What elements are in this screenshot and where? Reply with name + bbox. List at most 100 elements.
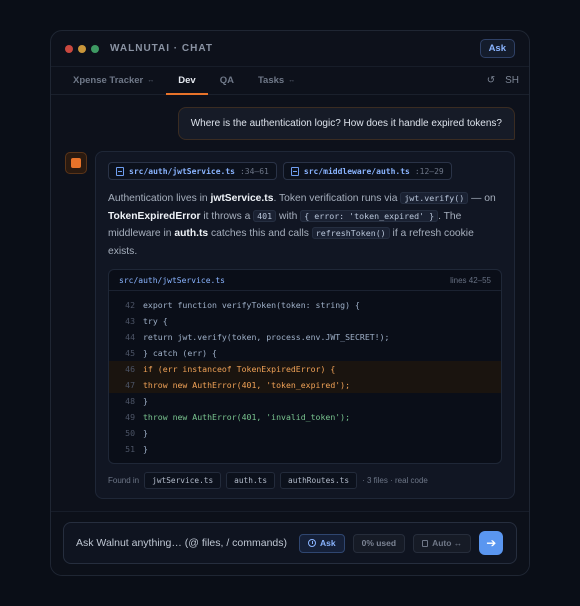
sources-summary: · 3 files · real code — [362, 476, 428, 485]
code-line-highlighted: 47 throw new AuthError(401, 'token_expir… — [109, 377, 501, 393]
model-icon — [422, 539, 429, 547]
inline-code: { error: 'token_expired' } — [300, 209, 439, 222]
code-snippet-header: src/auth/jwtService.ts lines 42–55 — [109, 270, 501, 291]
ask-mode-label: Ask — [320, 538, 336, 548]
chat-window: WALNUTAI · CHAT Ask Xpense Tracker ↔ Dev… — [50, 30, 530, 576]
model-label: Auto ↔ — [432, 538, 463, 548]
file-reference-chip[interactable]: src/auth/jwtService.ts :34–61 — [108, 162, 277, 180]
tab-label: QA — [219, 75, 234, 86]
tab-label: Xpense Tracker — [73, 75, 144, 86]
answer-fragment: Authentication lives in — [108, 193, 211, 204]
user-avatar[interactable]: SH — [505, 75, 519, 86]
code-line: 45 } catch (err) { — [109, 345, 501, 361]
user-message: Where is the authentication logic? How d… — [177, 107, 515, 140]
answer-bold: TokenExpiredError — [108, 210, 201, 222]
code-line: 48 } — [109, 393, 501, 409]
answer-fragment: it throws a — [200, 210, 254, 222]
source-file-chip[interactable]: jwtService.ts — [144, 472, 222, 489]
line-number: 42 — [125, 300, 135, 310]
app-title: WALNUTAI · CHAT — [110, 43, 213, 54]
answer-fragment: — on — [468, 193, 496, 204]
line-number: 43 — [125, 316, 135, 326]
answer-text: Authentication lives in jwtService.ts. T… — [108, 190, 502, 260]
sources-row: Found in jwtService.ts auth.ts authRoute… — [108, 472, 502, 489]
line-text: } catch (err) { — [143, 348, 217, 358]
file-references: src/auth/jwtService.ts :34–61 src/middle… — [108, 162, 502, 180]
minimize-dot-icon[interactable] — [78, 44, 86, 53]
line-text: try { — [143, 316, 168, 326]
refresh-icon[interactable]: ↺ — [487, 75, 495, 86]
tab-qa[interactable]: QA — [208, 67, 246, 94]
line-text: throw new AuthError(401, 'token_expired'… — [143, 380, 351, 390]
chat-thread: Where is the authentication logic? How d… — [51, 95, 529, 511]
line-number: 45 — [125, 348, 135, 358]
inline-code: refreshToken() — [311, 227, 390, 239]
tab-switch-icon: ↔ — [288, 77, 296, 84]
message-composer: Ask Walnut anything… (@ files, / command… — [63, 522, 517, 564]
tab-dev[interactable]: Dev — [166, 67, 209, 95]
composer-area: Ask Walnut anything… (@ files, / command… — [51, 511, 529, 575]
close-dot-icon[interactable] — [65, 44, 73, 53]
code-line: 49 throw new AuthError(401, 'invalid_tok… — [109, 409, 501, 425]
code-file-path[interactable]: src/auth/jwtService.ts — [119, 276, 225, 285]
tab-bar: Xpense Tracker ↔ Dev QA Tasks ↔ ↺ SH — [51, 67, 529, 95]
file-lines: :12–29 — [414, 166, 444, 176]
code-line-range: lines 42–55 — [450, 275, 491, 285]
line-number: 51 — [125, 444, 135, 454]
tab-xpense-tracker[interactable]: Xpense Tracker ↔ — [61, 67, 166, 94]
answer-bold: auth.ts — [174, 228, 209, 239]
answer-bold: jwtService.ts — [210, 193, 274, 204]
file-icon — [116, 166, 124, 176]
assistant-avatar — [65, 152, 87, 174]
code-line: 43 try { — [109, 313, 501, 329]
clock-icon — [308, 539, 316, 547]
line-text: if (err instanceof TokenExpiredError) { — [143, 364, 336, 374]
code-line: 42 export function verifyToken(token: st… — [109, 297, 501, 313]
code-line: 44 return jwt.verify(token, process.env.… — [109, 329, 501, 345]
code-line: 50 } — [109, 425, 501, 441]
title-bar: WALNUTAI · CHAT Ask — [51, 31, 529, 67]
line-number: 47 — [125, 380, 135, 390]
source-file-chip[interactable]: auth.ts — [226, 472, 276, 489]
file-lines: :34–61 — [239, 166, 269, 176]
message-input[interactable]: Ask Walnut anything… (@ files, / command… — [76, 537, 291, 549]
context-usage-badge: 0% used — [352, 533, 406, 553]
ask-mode-button[interactable]: Ask — [479, 39, 515, 58]
code-snippet: src/auth/jwtService.ts lines 42–55 42 ex… — [108, 269, 502, 464]
code-line: 51 } — [109, 441, 501, 457]
line-text: return jwt.verify(token, process.env.JWT… — [143, 332, 390, 342]
line-number: 49 — [125, 412, 135, 422]
file-icon — [290, 166, 299, 176]
line-text: } — [143, 444, 148, 454]
code-body: 42 export function verifyToken(token: st… — [109, 291, 501, 463]
answer-fragment: with — [276, 210, 301, 222]
tab-switch-icon: ↔ — [147, 77, 155, 84]
file-path: src/middleware/auth.ts — [303, 166, 410, 176]
tab-actions: ↺ SH — [487, 67, 519, 94]
assistant-message: src/auth/jwtService.ts :34–61 src/middle… — [95, 151, 515, 499]
line-text: } — [143, 428, 148, 438]
maximize-dot-icon[interactable] — [91, 44, 99, 53]
line-number: 48 — [125, 396, 135, 406]
ask-mode-toggle[interactable]: Ask — [299, 533, 345, 553]
inline-code: jwt.verify() — [400, 192, 469, 204]
line-text: throw new AuthError(401, 'invalid_token'… — [143, 412, 351, 422]
source-file-chip[interactable]: authRoutes.ts — [280, 472, 358, 489]
tab-label: Tasks — [257, 75, 285, 86]
answer-fragment: . Token verification runs via — [273, 193, 401, 204]
file-path: src/auth/jwtService.ts — [129, 166, 235, 176]
line-number: 44 — [125, 332, 135, 342]
inline-code: 401 — [253, 209, 277, 222]
line-text: } — [143, 396, 148, 406]
line-text: export function verifyToken(token: strin… — [143, 300, 360, 310]
tab-tasks[interactable]: Tasks ↔ — [246, 67, 307, 94]
send-button[interactable]: ➔ — [479, 531, 504, 555]
line-number: 46 — [125, 364, 135, 374]
model-selector[interactable]: Auto ↔ — [413, 533, 472, 553]
code-line-highlighted: 46 if (err instanceof TokenExpiredError)… — [109, 361, 501, 377]
file-reference-chip[interactable]: src/middleware/auth.ts :12–29 — [282, 162, 452, 180]
line-number: 50 — [125, 428, 135, 438]
sources-label: Found in — [108, 476, 140, 485]
tab-label: Dev — [178, 75, 196, 86]
walnut-logo-icon — [71, 158, 81, 168]
